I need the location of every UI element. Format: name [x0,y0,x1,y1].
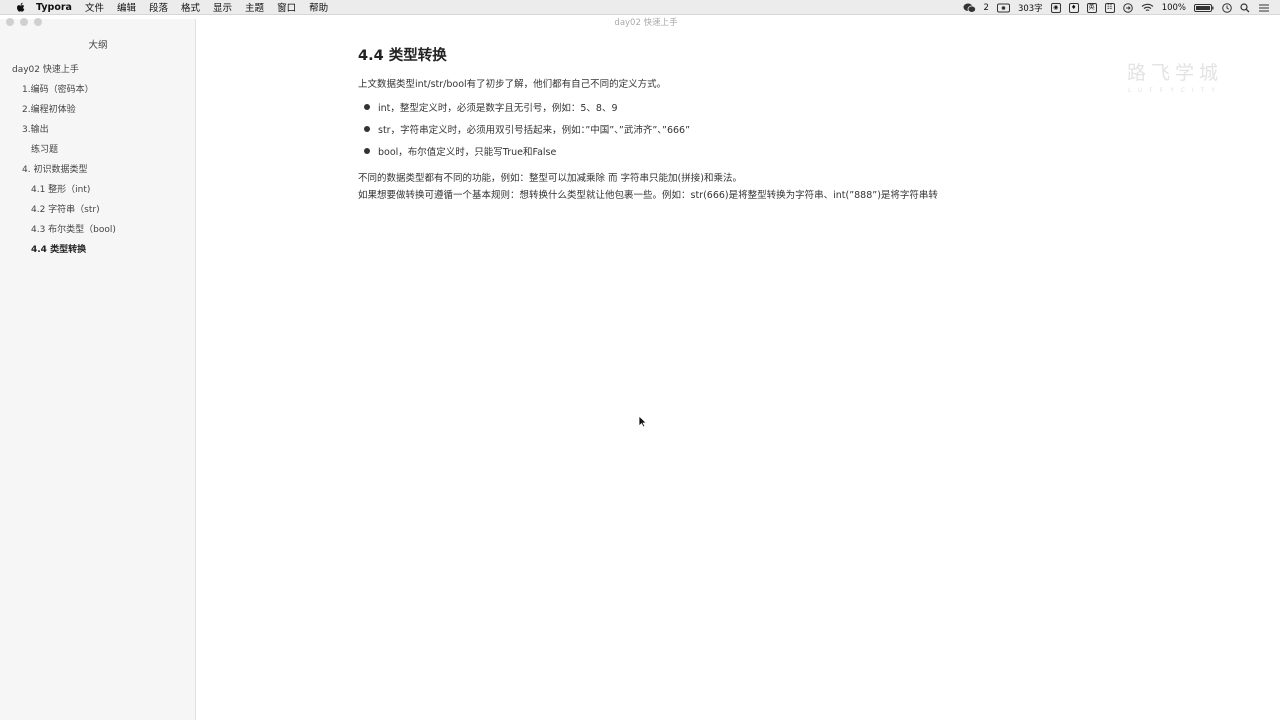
window-titlebar: day02 快速上手 [0,15,1280,31]
outline-item-output[interactable]: 3.输出 [22,122,49,135]
bullet-dot [364,148,370,154]
outline-sidebar: 大纲 day02 快速上手 1.编码（密码本） 2.编程初体验 3.输出 练习题… [0,19,196,720]
menu-app-name[interactable]: Typora [36,2,72,13]
bullet-dot [364,126,370,132]
wifi-icon[interactable] [1141,3,1154,13]
watermark-sub-text: LUFFYCITY [1128,87,1222,94]
sync-icon[interactable] [1122,2,1133,13]
mouse-cursor-icon [638,413,648,432]
functions-paragraph: 不同的数据类型都有不同的功能，例如：整型可以加减乘除 而 字符串只能加(拼接)和… [358,173,742,184]
menu-format[interactable]: 格式 [181,0,200,14]
section-heading: 4.4 类型转换 [358,48,447,64]
menu-bar: Typora 文件 编辑 段落 格式 显示 主题 窗口 帮助 2 303字 ◉ … [0,0,1280,15]
outline-item-programming[interactable]: 2.编程初体验 [22,102,76,115]
input-method-icon[interactable]: 英 [1086,2,1097,13]
outline-item-bool[interactable]: 4.3 布尔类型（bool) [31,222,116,235]
menu-view[interactable]: 显示 [213,0,232,14]
menu-theme[interactable]: 主题 [245,0,264,14]
apple-icon[interactable] [14,2,28,13]
outline-item-day02[interactable]: day02 快速上手 [12,62,79,75]
intro-paragraph: 上文数据类型int/str/bool有了初步了解，他们都有自己不同的定义方式。 [358,79,667,90]
list-item-str: str，字符串定义时，必须用双引号括起来，例如：”中国”、”武沛齐”、”666” [378,125,690,136]
window-title: day02 快速上手 [614,18,678,28]
status-area: 2 303字 ◉ ♦ 英 ☷ 100% [963,0,1270,15]
menu-edit[interactable]: 编辑 [117,0,136,14]
bullet-dot [364,104,370,110]
editor-area[interactable]: 4.4 类型转换 上文数据类型int/str/bool有了初步了解，他们都有自己… [196,31,1280,720]
menu-window[interactable]: 窗口 [277,0,296,14]
evernote-icon[interactable]: ♦ [1068,2,1079,13]
luffycity-watermark: 路飞学城 LUFFYCITY [1116,58,1234,94]
conversion-rule-paragraph: 如果想要做转换可遵循一个基本规则：想转换什么类型就让他包裹一些。例如：str(6… [358,190,938,201]
list-item-bool: bool，布尔值定义时，只能写True和False [378,147,557,158]
menu-paragraph[interactable]: 段落 [149,0,168,14]
control-center-icon[interactable] [1258,3,1270,13]
grid-menu-icon[interactable]: ☷ [1104,2,1115,13]
word-count: 303字 [1017,3,1043,14]
app-status-icon[interactable]: ◉ [1050,2,1061,13]
screen-record-icon[interactable] [996,3,1010,13]
outline-item-exercises[interactable]: 练习题 [31,142,58,155]
search-icon[interactable] [1240,2,1250,13]
outline-item-type-conversion[interactable]: 4.4 类型转换 [31,242,86,255]
outline-item-str[interactable]: 4.2 字符串（str) [31,202,100,215]
watermark-main-text: 路飞学城 [1126,62,1223,84]
outline-item-int[interactable]: 4.1 整形（int) [31,182,90,195]
menu-help[interactable]: 帮助 [309,0,328,14]
outline-item-encoding[interactable]: 1.编码（密码本） [22,82,94,95]
outline-title: 大纲 [88,40,108,51]
clock-icon[interactable] [1222,2,1232,13]
menu-file[interactable]: 文件 [85,0,104,14]
wechat-icon[interactable] [963,2,976,13]
battery-percent: 100% [1161,2,1186,13]
battery-icon[interactable] [1194,3,1214,13]
list-item-int: int，整型定义时，必须是数字且无引号，例如：5、8、9 [378,103,618,114]
outline-item-data-types[interactable]: 4. 初识数据类型 [22,162,87,175]
wechat-count: 2 [983,2,989,13]
